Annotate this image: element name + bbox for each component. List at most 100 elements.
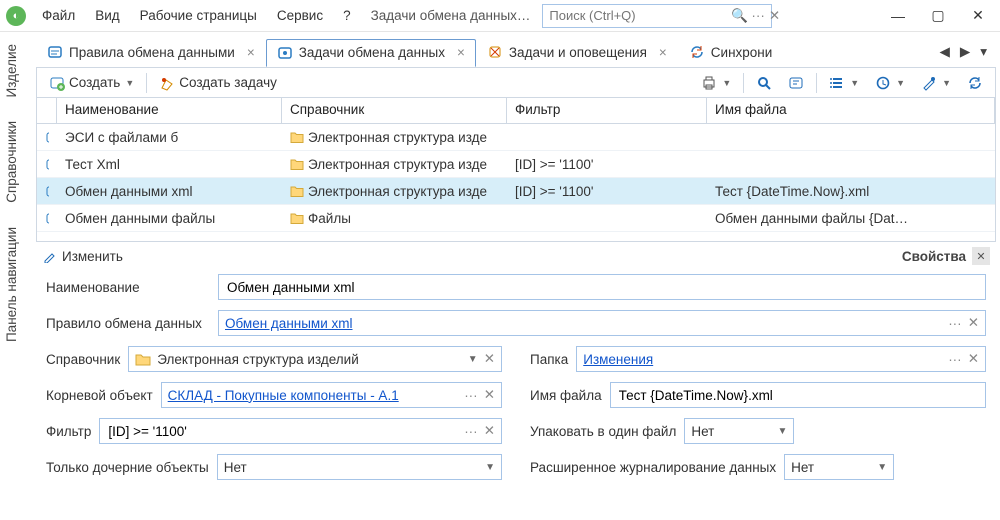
tab-label: Задачи и оповещения [509,45,647,60]
children-select[interactable]: Нет ▼ [217,454,502,480]
menu-pages[interactable]: Рабочие страницы [132,4,265,27]
rule-link[interactable]: Обмен данными xml [225,316,353,331]
filename-label: Имя файла [530,388,602,403]
rule-clear-icon[interactable]: ✕ [968,315,979,331]
sidebar: Изделие Справочники Панель навигации [2,38,28,518]
rule-input[interactable]: Обмен данными xml ··· ✕ [218,310,986,336]
print-button[interactable]: ▼ [695,71,737,95]
folder-clear-icon[interactable]: ✕ [968,351,979,367]
menu-service[interactable]: Сервис [269,4,331,27]
sidebar-tab-references[interactable]: Справочники [2,115,28,209]
sidebar-tab-product[interactable]: Изделие [2,38,28,103]
reference-input[interactable]: Электронная структура изделий ▼✕ [128,346,502,372]
window-close[interactable]: ✕ [962,3,994,29]
tab-label: Синхрони [711,45,773,60]
grid-header-name[interactable]: Наименование [57,98,282,123]
root-clear-icon[interactable]: ✕ [484,387,495,403]
filter-button[interactable] [782,71,810,95]
tabs-next[interactable]: ▶ [957,44,973,60]
search-options-icon[interactable]: ··· [751,8,765,23]
chevron-down-icon[interactable]: ▼ [877,462,887,473]
root-more-icon[interactable]: ··· [464,388,478,403]
edit-link[interactable]: Изменить [62,249,123,264]
settings-button[interactable]: ▼ [915,71,957,95]
filename-input[interactable] [610,382,986,408]
window-minimize[interactable]: — [882,3,914,29]
cell-name: Обмен данными xml [57,184,282,199]
tab-label: Правила обмена данными [69,45,235,60]
sidebar-tab-navigation[interactable]: Панель навигации [2,221,28,348]
search-box[interactable]: 🔍 ··· ✕ [542,4,772,28]
folder-more-icon[interactable]: ··· [948,352,962,367]
tab-sync[interactable]: Синхрони [678,38,784,66]
app-icon: ◐ [6,6,26,26]
properties-header: Изменить Свойства ✕ [36,242,996,270]
name-field[interactable] [225,279,979,296]
chevron-down-icon[interactable]: ▼ [777,426,787,437]
document-tabs: Правила обмена данными × Задачи обмена д… [36,36,996,68]
search-icon[interactable]: 🔍 [731,8,747,24]
tabs-prev[interactable]: ◀ [936,44,952,60]
sync-icon [689,44,705,60]
name-input[interactable] [218,274,986,300]
cell-reference: Электронная структура изде [282,130,507,145]
filename-field[interactable] [617,387,979,404]
menu-view[interactable]: Вид [87,4,127,27]
pack-select[interactable]: Нет ▼ [684,418,794,444]
table-row[interactable]: Обмен данными xmlЭлектронная структура и… [37,178,995,205]
properties-close[interactable]: ✕ [972,247,990,265]
close-icon[interactable]: × [659,45,667,60]
rule-label: Правило обмена данных [46,316,208,331]
history-button[interactable]: ▼ [869,71,911,95]
root-input[interactable]: СКЛАД - Покупные компоненты - A.1 ··· ✕ [161,382,502,408]
close-icon[interactable]: × [457,45,465,60]
table-row[interactable]: Обмен данными файлыФайлыОбмен данными фа… [37,205,995,232]
folder-input[interactable]: Изменения ··· ✕ [576,346,986,372]
reference-clear-icon[interactable]: ✕ [484,351,495,367]
edit-icon [42,248,58,264]
root-link[interactable]: СКЛАД - Покупные компоненты - A.1 [168,388,399,403]
tab-rules[interactable]: Правила обмена данными × [36,38,266,66]
search-button[interactable] [750,71,778,95]
chevron-down-icon[interactable]: ▼ [485,462,495,473]
menu-file[interactable]: Файл [34,4,83,27]
log-value: Нет [791,460,814,475]
cell-name: ЭСИ с файлами б [57,130,282,145]
close-icon[interactable]: × [247,45,255,60]
grid-header-reference[interactable]: Справочник [282,98,507,123]
view-list-button[interactable]: ▼ [823,71,865,95]
grid-header-filename[interactable]: Имя файла [707,98,995,123]
name-label: Наименование [46,280,208,295]
table-row[interactable]: ЭСИ с файлами бЭлектронная структура изд… [37,124,995,151]
refresh-button[interactable] [961,71,989,95]
tab-notifications[interactable]: Задачи и оповещения × [476,38,678,66]
tab-tasks[interactable]: Задачи обмена данных × [266,39,476,67]
search-clear-icon[interactable]: ✕ [769,8,780,24]
tabs-menu[interactable]: ▾ [977,44,990,60]
create-button[interactable]: Создать ▼ [43,71,140,95]
toolbar: Создать ▼ Создать задачу ▼ ▼ ▼ [36,68,996,98]
grid-header-filter[interactable]: Фильтр [507,98,707,123]
properties-title: Свойства [902,249,966,264]
create-task-button[interactable]: Создать задачу [153,71,283,95]
filter-field[interactable] [106,423,458,440]
cell-name: Тест Xml [57,157,282,172]
filter-input[interactable]: ··· ✕ [99,418,502,444]
filter-more-icon[interactable]: ··· [464,424,478,439]
rule-more-icon[interactable]: ··· [948,316,962,331]
grid-body[interactable]: ЭСИ с файлами бЭлектронная структура изд… [37,124,995,241]
rules-icon [47,44,63,60]
table-row[interactable]: Тест XmlЭлектронная структура изде[ID] >… [37,151,995,178]
filter-clear-icon[interactable]: ✕ [484,423,495,439]
search-input[interactable] [547,7,727,24]
window-maximize[interactable]: ▢ [922,3,954,29]
grid-header-rownum[interactable] [37,98,57,123]
chevron-down-icon[interactable]: ▼ [468,354,478,365]
chevron-down-icon: ▼ [125,78,134,88]
properties-panel: Наименование Правило обмена данных Обмен… [36,270,996,488]
folder-link[interactable]: Изменения [583,352,653,367]
menu-help[interactable]: ? [335,4,359,27]
log-select[interactable]: Нет ▼ [784,454,894,480]
grid-header: Наименование Справочник Фильтр Имя файла [37,98,995,124]
reference-label: Справочник [46,352,120,367]
